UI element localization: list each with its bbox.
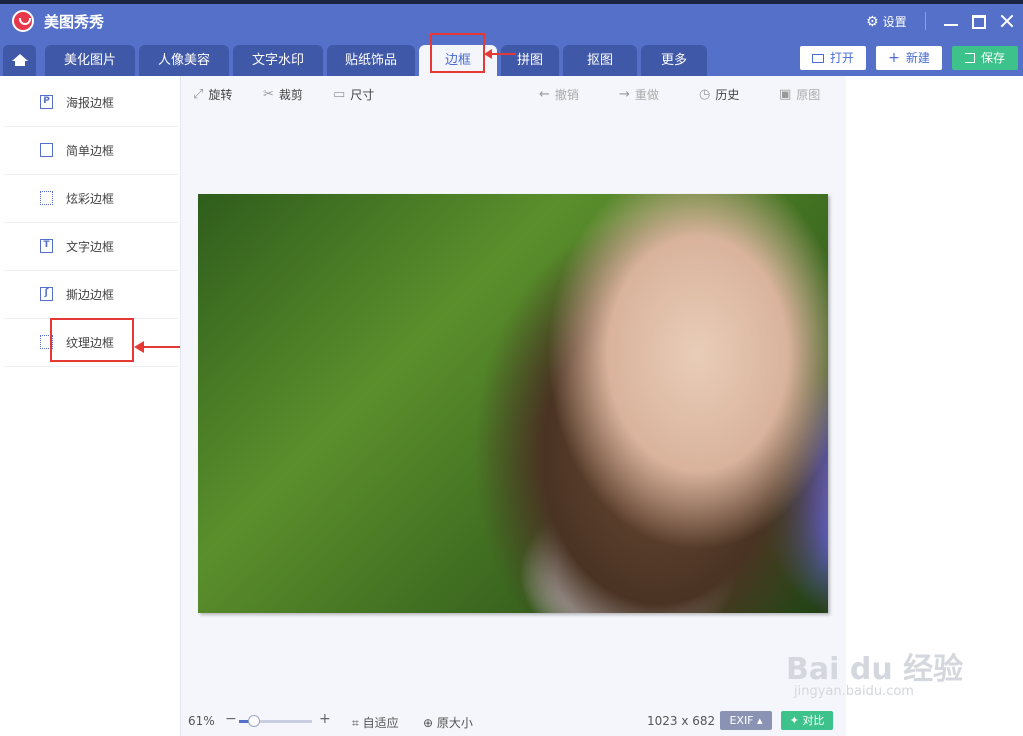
plus-icon: + [888,50,900,66]
sidebar-item-colorful-frame[interactable]: 炫彩边框 [4,175,178,223]
open-label: 打开 [829,51,854,65]
window-controls-divider [925,12,926,30]
rotate-label: 旋转 [208,88,233,102]
main-tab-bar: 美化图片 人像美容 文字水印 贴纸饰品 边框 拼图 抠图 更多 打开 + 新建 … [0,38,1023,76]
text-frame-icon: T [40,239,53,253]
edit-toolbar: ⤢ 旋转 ✂ 裁剪 ▭ 尺寸 ← 撤销 → 重做 ◷ 历史 ▣ 原图 [181,76,845,112]
new-button[interactable]: + 新建 [876,46,942,70]
sidebar-item-label: 撕边边框 [66,288,115,302]
fit-to-window-button[interactable]: ⌗ 自适应 [352,714,399,731]
scissors-icon: ✂ [263,87,274,102]
image-dimensions: 1023 x 682 [647,714,716,728]
right-panel [846,76,1023,736]
size-label: 尺寸 [350,88,375,102]
exif-label: EXIF [729,714,754,727]
tab-text-watermark[interactable]: 文字水印 [233,45,323,76]
highlight-box-frame-tab [430,33,485,73]
history-button[interactable]: ◷ 历史 [699,86,739,103]
highlight-box-texture-frame [50,318,134,362]
undo-button[interactable]: ← 撤销 [539,86,579,103]
size-button[interactable]: ▭ 尺寸 [333,86,374,103]
zoom-out-button[interactable]: − [225,711,237,727]
annotation-arrow-tab [484,49,516,59]
sidebar-item-label: 文字边框 [66,240,115,254]
sidebar-item-label: 简单边框 [66,144,115,158]
history-label: 历史 [715,88,740,102]
frame-sidebar: P 海报边框 简单边框 炫彩边框 T 文字边框 ʃ 撕边边框 纹理边框 [0,76,181,736]
status-bar: 61% − + ⌗ 自适应 ⊕ 原大小 1023 x 682 EXIF ▴ ✦ … [181,706,845,736]
sidebar-item-simple-frame[interactable]: 简单边框 [4,127,178,175]
gear-icon: ⚙ [866,13,879,30]
undo-label: 撤销 [554,88,579,102]
simple-frame-icon [40,143,53,157]
sidebar-item-poster-frame[interactable]: P 海报边框 [4,79,178,127]
clock-icon: ◷ [699,87,711,102]
fit-label: 自适应 [362,716,399,730]
zoom-slider[interactable] [239,715,312,727]
export-icon [964,53,975,63]
sidebar-item-label: 海报边框 [66,96,115,110]
poster-frame-icon: P [40,95,53,109]
home-button[interactable] [3,45,36,76]
close-button[interactable] [997,11,1017,31]
zoom-slider-handle[interactable] [247,715,260,727]
settings-label: 设置 [882,15,907,29]
app-title: 美图秀秀 [44,13,105,31]
save-label: 保存 [980,51,1005,65]
crop-label: 裁剪 [278,88,303,102]
tab-beautify[interactable]: 美化图片 [45,45,135,76]
rotate-button[interactable]: ⤢ 旋转 [193,86,232,103]
open-button[interactable]: 打开 [800,46,866,70]
tab-cutout[interactable]: 抠图 [563,45,637,76]
minimize-button[interactable] [941,11,961,31]
crop-button[interactable]: ✂ 裁剪 [263,86,303,103]
new-label: 新建 [905,51,930,65]
image-icon: ▣ [779,87,792,102]
redo-button[interactable]: → 重做 [619,86,659,103]
actual-size-label: 原大小 [436,716,473,730]
baidu-watermark: Bai du 经验 [786,652,964,687]
tab-more[interactable]: 更多 [641,45,707,76]
annotation-arrow-sidebar [134,341,180,353]
tab-stickers[interactable]: 贴纸饰品 [327,45,415,76]
zoom-in-button[interactable]: + [319,711,331,727]
compare-label: 对比 [802,714,825,727]
original-button[interactable]: ▣ 原图 [779,86,820,103]
sidebar-item-torn-edge-frame[interactable]: ʃ 撕边边框 [4,271,178,319]
home-icon [12,54,28,66]
app-window: 美图秀秀 ⚙ 设置 美化图片 人像美容 文字水印 贴纸饰品 边框 拼图 抠图 更… [0,4,1023,736]
settings-button[interactable]: ⚙ 设置 [866,13,907,30]
baidu-watermark-url: jingyan.baidu.com [794,684,914,699]
redo-arrow-icon: → [619,87,630,102]
sidebar-item-label: 炫彩边框 [66,192,115,206]
compare-button[interactable]: ✦ 对比 [781,711,833,730]
redo-label: 重做 [634,88,659,102]
zoom-percentage: 61% [188,714,215,728]
torn-edge-frame-icon: ʃ [40,287,53,301]
maximize-button[interactable] [969,11,989,31]
image-icon [811,53,824,63]
rotate-icon: ⤢ [193,87,204,102]
resize-icon: ▭ [333,87,346,102]
app-logo-icon [12,10,34,32]
sidebar-item-text-frame[interactable]: T 文字边框 [4,223,178,271]
tab-portrait[interactable]: 人像美容 [139,45,229,76]
undo-arrow-icon: ← [539,87,550,102]
exif-button[interactable]: EXIF ▴ [720,711,772,730]
original-label: 原图 [796,88,821,102]
actual-size-button[interactable]: ⊕ 原大小 [423,714,473,731]
save-button[interactable]: 保存 [952,46,1018,70]
edited-photo[interactable] [198,194,828,613]
tab-collage[interactable]: 拼图 [501,45,559,76]
colorful-frame-icon [40,191,53,205]
title-bar: 美图秀秀 ⚙ 设置 [0,4,1023,38]
